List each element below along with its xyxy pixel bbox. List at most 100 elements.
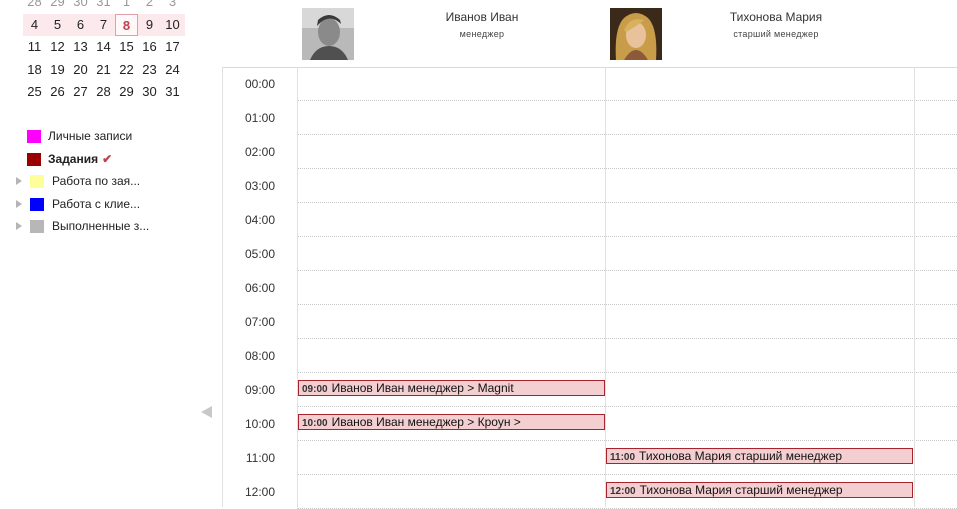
calendar-day[interactable]: 28 — [92, 81, 115, 104]
legend-color-swatch — [30, 197, 44, 211]
calendar-day[interactable]: 23 — [138, 59, 161, 82]
calendar-day[interactable]: 10 — [161, 14, 184, 37]
calendar-day[interactable]: 26 — [46, 81, 69, 104]
calendar-day[interactable]: 14 — [92, 36, 115, 59]
calendar-day[interactable]: 25 — [23, 81, 46, 104]
time-row: 02:00 — [222, 135, 297, 169]
legend-label-text: Работа по зая... — [52, 174, 141, 188]
time-row: 09:00 — [222, 373, 297, 407]
hour-slot[interactable] — [297, 305, 957, 339]
legend-item[interactable]: Работа по зая... — [14, 170, 204, 193]
time-label: 06:00 — [244, 281, 275, 295]
event-time: 11:00 — [610, 452, 636, 463]
column-divider — [297, 67, 298, 507]
event-title: Тихонова Мария старший менеджер — [639, 449, 843, 463]
calendar-day[interactable]: 16 — [138, 36, 161, 59]
legend-label: Выполненные з... — [52, 215, 149, 238]
calendar-day[interactable]: 3 — [161, 0, 184, 14]
time-label: 08:00 — [244, 349, 275, 363]
time-label: 09:00 — [244, 383, 275, 397]
legend-item[interactable]: Личные записи — [14, 125, 204, 148]
time-row: 10:00 — [222, 407, 297, 441]
calendar-day[interactable]: 19 — [46, 59, 69, 82]
event-time: 10:00 — [302, 418, 328, 429]
legend-color-swatch — [30, 220, 44, 233]
calendar-event[interactable]: 12:00 Тихонова Мария старший менеджер — [606, 482, 913, 498]
legend-label: Личные записи — [48, 125, 132, 148]
person-role: старший менеджер — [733, 29, 819, 39]
calendar-day[interactable]: 1 — [115, 0, 138, 14]
time-row: 06:00 — [222, 271, 297, 305]
time-label: 04:00 — [244, 213, 275, 227]
legend-item[interactable]: Задания ✔ — [14, 148, 204, 171]
calendar-day[interactable]: 29 — [46, 0, 69, 14]
calendar-day[interactable]: 21 — [92, 59, 115, 82]
hour-slot[interactable] — [297, 67, 957, 101]
calendar-day[interactable]: 31 — [92, 0, 115, 14]
calendar-day[interactable]: 27 — [69, 81, 92, 104]
calendar-legend: Личные записи Задания ✔ Работа по зая... Раб… — [14, 125, 204, 238]
calendar-day[interactable]: 29 — [115, 81, 138, 104]
hour-slot[interactable] — [297, 237, 957, 271]
time-row: 07:00 — [222, 305, 297, 339]
time-row: 00:00 — [222, 67, 297, 101]
calendar-day[interactable]: 20 — [69, 59, 92, 82]
calendar-day[interactable]: 30 — [138, 81, 161, 104]
calendar-day[interactable]: 13 — [69, 36, 92, 59]
calendar-day[interactable]: 9 — [138, 14, 161, 37]
event-title: Иванов Иван менеджер > Magnit — [331, 381, 514, 395]
legend-color-swatch — [30, 175, 44, 188]
calendar-day[interactable]: 2 — [138, 0, 161, 14]
avatar-tikhonova — [610, 8, 662, 60]
time-label: 10:00 — [244, 417, 275, 431]
calendar-event[interactable]: 10:00 Иванов Иван менеджер > Кроун > — [298, 414, 605, 430]
hour-slot[interactable] — [297, 169, 957, 203]
calendar-day[interactable]: 4 — [23, 14, 46, 37]
calendar-day[interactable]: 5 — [46, 14, 69, 37]
person-role: менеджер — [459, 29, 505, 39]
calendar-day[interactable]: 11 — [23, 36, 46, 59]
calendar-day[interactable]: 15 — [115, 36, 138, 59]
hour-slot[interactable] — [297, 339, 957, 373]
person-name: Иванов Иван — [445, 10, 519, 24]
avatar-ivanov — [302, 8, 354, 60]
hour-slot[interactable] — [297, 135, 957, 169]
expand-arrow-icon[interactable] — [16, 199, 22, 208]
calendar-day[interactable]: 18 — [23, 59, 46, 82]
legend-color-swatch — [27, 130, 41, 143]
time-row: 08:00 — [222, 339, 297, 373]
legend-item[interactable]: Выполненные з... — [14, 215, 204, 238]
calendar-day[interactable]: 8 — [115, 13, 138, 37]
time-label: 12:00 — [244, 485, 275, 499]
collapse-panel-arrow-icon[interactable] — [201, 406, 212, 418]
legend-color-swatch — [27, 152, 41, 166]
expand-arrow-icon[interactable] — [16, 222, 22, 230]
calendar-day[interactable]: 24 — [161, 59, 184, 82]
day-schedule-grid: 00:00 01:00 02:00 03:00 04:00 05:00 06:00 07:00… — [222, 67, 957, 509]
calendar-event[interactable]: 09:00 Иванов Иван менеджер > Magnit — [298, 380, 605, 396]
calendar-day[interactable]: 22 — [115, 59, 138, 82]
event-time: 09:00 — [302, 384, 328, 395]
time-label: 07:00 — [244, 315, 275, 329]
hour-slot[interactable] — [297, 271, 957, 305]
hour-slot[interactable] — [297, 101, 957, 135]
calendar-day[interactable]: 31 — [161, 81, 184, 104]
time-label: 01:00 — [244, 111, 275, 125]
expand-arrow-icon[interactable] — [16, 177, 22, 185]
calendar-event[interactable]: 11:00 Тихонова Мария старший менеджер — [606, 448, 913, 464]
calendar-day[interactable]: 28 — [23, 0, 46, 14]
time-row: 01:00 — [222, 101, 297, 135]
legend-item[interactable]: Работа с клие... — [14, 193, 204, 216]
calendar-day[interactable]: 12 — [46, 36, 69, 59]
calendar-day[interactable]: 30 — [69, 0, 92, 14]
hour-slot[interactable] — [297, 203, 957, 237]
legend-label: Работа по зая... — [52, 170, 140, 193]
legend-label-text: Личные записи — [48, 129, 133, 143]
calendar-day[interactable]: 7 — [92, 14, 115, 37]
time-row: 05:00 — [222, 237, 297, 271]
time-row: 03:00 — [222, 169, 297, 203]
time-row: 04:00 — [222, 203, 297, 237]
calendar-day[interactable]: 17 — [161, 36, 184, 59]
calendar-week-row: 4 5 6 7 8 9 10 — [23, 13, 185, 37]
calendar-day[interactable]: 6 — [69, 14, 92, 37]
